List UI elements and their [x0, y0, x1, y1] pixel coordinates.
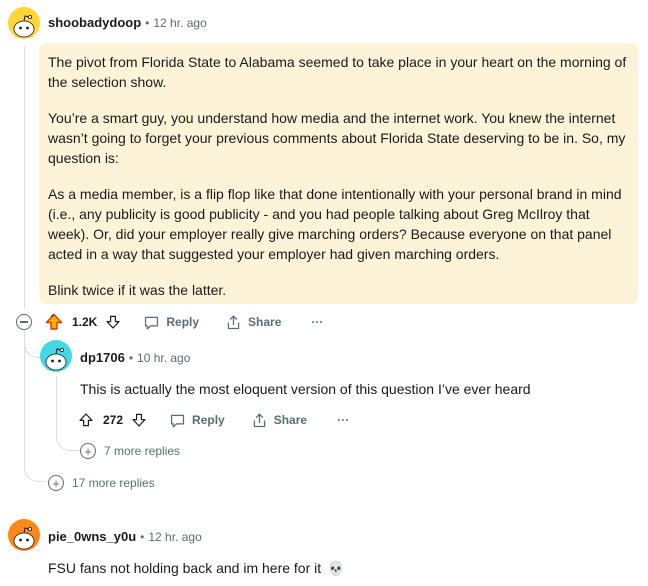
reply-icon	[170, 414, 185, 428]
comment-text-row: FSU fans not holding back and im here fo…	[48, 558, 344, 578]
timestamp[interactable]: 10 hr. ago	[137, 351, 190, 365]
vote-count: 272	[103, 413, 124, 427]
upvote-icon	[79, 413, 93, 427]
more-replies-link[interactable]: + 7 more replies	[80, 443, 180, 459]
thread-curve-into-reply	[24, 330, 40, 358]
more-replies-label: 7 more replies	[104, 444, 181, 458]
meta-separator: •	[145, 15, 150, 30]
share-label: Share	[273, 413, 308, 427]
timestamp[interactable]: 12 hr. ago	[148, 530, 201, 544]
reply-label: Reply	[192, 413, 225, 427]
comment-text: FSU fans not holding back and im here fo…	[48, 560, 322, 576]
username[interactable]: shoobadydoop	[48, 15, 141, 30]
reply-icon	[145, 316, 159, 330]
comment-meta: pie_0wns_y0u • 12 hr. ago	[48, 529, 202, 544]
share-button[interactable]: Share	[251, 412, 307, 429]
comment-paragraph: The pivot from Florida State to Alabama …	[48, 54, 627, 90]
comment-actions: 272 Reply Share ···	[78, 409, 349, 431]
overflow-icon[interactable]: ···	[337, 413, 349, 427]
downvote-button[interactable]	[105, 314, 121, 330]
thread-line-main[interactable]	[24, 46, 25, 308]
more-replies-link[interactable]: + 17 more replies	[48, 475, 155, 491]
share-label: Share	[248, 315, 282, 329]
upvote-icon	[45, 313, 63, 330]
avatar[interactable]	[40, 340, 72, 372]
downvote-icon	[132, 413, 146, 427]
meta-separator: •	[128, 350, 134, 365]
reply-label: Reply	[166, 315, 200, 329]
downvote-icon	[106, 315, 120, 329]
comment-paragraph: You’re a smart guy, you understand how m…	[48, 110, 626, 166]
thread-line-main-lower[interactable]	[24, 334, 25, 468]
vote-count: 1.2K	[72, 315, 98, 329]
comment-meta: shoobadydoop • 12 hr. ago	[48, 15, 207, 30]
comment-text: This is actually the most eloquent versi…	[80, 381, 531, 397]
comment-paragraph: Blink twice if it was the latter.	[48, 282, 227, 298]
meta-separator: •	[140, 529, 145, 544]
collapse-icon[interactable]	[16, 314, 32, 330]
reply-button[interactable]: Reply	[169, 412, 225, 429]
thread-curve-reply	[56, 423, 80, 451]
snoo-avatar-icon	[13, 526, 35, 550]
username[interactable]: pie_0wns_y0u	[48, 529, 136, 544]
share-icon	[227, 314, 240, 329]
expand-icon: +	[48, 475, 64, 491]
comment-meta: dp1706 • 10 hr. ago	[80, 350, 190, 365]
more-replies-label: 17 more replies	[72, 476, 155, 490]
avatar[interactable]	[8, 7, 40, 39]
downvote-button[interactable]	[131, 412, 147, 428]
expand-icon: +	[80, 443, 96, 459]
skull-icon: 💀	[327, 560, 345, 576]
comment-actions: 1.2K Reply Share ···	[44, 311, 323, 333]
avatar[interactable]	[8, 519, 40, 551]
timestamp[interactable]: 12 hr. ago	[153, 16, 206, 30]
overflow-icon[interactable]: ···	[311, 315, 323, 329]
comment-paragraph: As a media member, is a flip flop like t…	[48, 186, 622, 262]
reply-button[interactable]: Reply	[143, 314, 199, 331]
share-button[interactable]: Share	[225, 314, 281, 331]
comment-body: The pivot from Florida State to Alabama …	[39, 43, 638, 304]
snoo-avatar-icon	[13, 14, 35, 38]
thread-curve	[24, 454, 46, 482]
upvote-button[interactable]	[78, 412, 94, 428]
username[interactable]: dp1706	[80, 350, 125, 365]
snoo-avatar-icon	[45, 347, 67, 371]
share-icon	[253, 412, 265, 427]
upvote-button[interactable]	[44, 312, 64, 332]
